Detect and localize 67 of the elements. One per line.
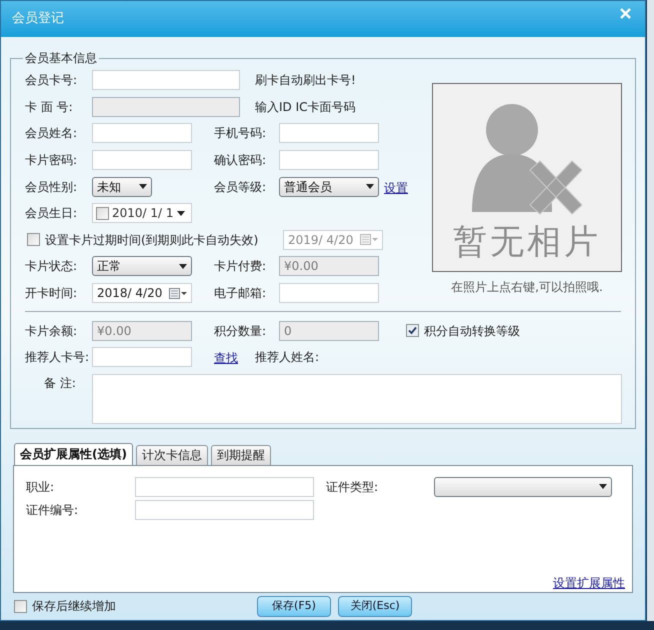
field-label: 会员生日: [25, 205, 78, 222]
link[interactable]: 设置 [384, 180, 408, 195]
checkbox[interactable] [96, 206, 109, 220]
text-field[interactable] [279, 150, 379, 170]
calendar-icon [360, 234, 378, 246]
window-title: 会员登记 [12, 10, 64, 28]
date-picker[interactable]: 2010/ 1/ 1 [92, 203, 192, 224]
no-photo-text: 暂无相片 [453, 222, 601, 262]
field-label: 会员卡号: [25, 72, 78, 90]
field-label: 职业: [26, 478, 56, 496]
field-label: 卡片余额: [25, 322, 78, 340]
calendar-icon [169, 288, 187, 299]
close-button[interactable] [617, 5, 633, 21]
field-label: 开卡时间: [25, 285, 78, 302]
field-label: 证件类型: [326, 478, 380, 496]
field-label: 证件编号: [26, 502, 80, 520]
link[interactable]: 设置扩展属性 [553, 574, 625, 592]
dropdown[interactable]: 未知 [92, 176, 152, 197]
text-field[interactable] [92, 347, 192, 368]
dropdown[interactable]: 普通会员 [279, 176, 379, 197]
checkbox[interactable] [406, 324, 419, 338]
field-label: 卡片状态: [25, 258, 78, 276]
field-label: 卡片密码: [25, 152, 78, 170]
dialog-button[interactable]: 关闭(Esc) [338, 596, 412, 617]
field-label: 推荐人姓名: [255, 349, 320, 366]
dialog-button[interactable]: 保存(F5) [257, 596, 331, 617]
text-field[interactable] [279, 123, 379, 144]
check-icon [408, 326, 417, 336]
tab[interactable]: 计次卡信息 [136, 444, 208, 465]
text-field[interactable] [135, 476, 314, 497]
checkbox-label: 设置卡片过期时间(到期则此卡自动失效) [45, 232, 260, 249]
text-field[interactable] [135, 500, 314, 520]
date-picker[interactable]: 2018/ 4/20 [92, 283, 192, 304]
hint-text: 刷卡自动刷出卡号! [255, 72, 356, 90]
caret-icon [139, 184, 147, 190]
text-field[interactable] [92, 123, 192, 144]
field-label: 会员性别: [25, 178, 78, 196]
field-label: 会员姓名: [25, 125, 78, 142]
field-label: 卡片付费: [214, 258, 268, 276]
close-icon [620, 8, 630, 18]
tab[interactable]: 到期提醒 [210, 444, 271, 465]
text-field[interactable] [279, 283, 379, 304]
text-field[interactable] [92, 150, 192, 170]
dropdown[interactable] [434, 476, 612, 497]
caret-icon [179, 264, 187, 269]
field-label: 卡 面 号: [25, 98, 74, 116]
caret-icon [599, 484, 607, 490]
caret-icon [176, 210, 185, 216]
dropdown[interactable]: 正常 [92, 256, 192, 276]
photo-caption: 在照片上点右键,可以拍照哦. [451, 279, 603, 296]
field-label: 备 注: [43, 374, 77, 392]
field-label: 手机号码: [214, 125, 268, 142]
checkbox-label: 积分自动转换等级 [424, 322, 520, 340]
field-label: 会员等级: [214, 178, 268, 196]
field-label: 电子邮箱: [214, 285, 268, 302]
checkbox-label: 保存后继续增加 [32, 598, 117, 616]
field-label: 确认密码: [214, 152, 268, 170]
caret-icon [366, 184, 374, 190]
panel-legend: 会员基本信息 [23, 49, 99, 67]
link[interactable]: 查找 [214, 351, 238, 366]
text-field[interactable] [92, 70, 240, 90]
field-label: 推荐人卡号: [25, 349, 90, 366]
tab[interactable]: 会员扩展属性(选填) [14, 442, 133, 465]
remark-field[interactable] [92, 374, 622, 424]
checkbox[interactable] [14, 600, 27, 613]
hint-text: 输入ID IC卡面号码 [255, 98, 356, 116]
field-label: 积分数量: [214, 322, 268, 340]
